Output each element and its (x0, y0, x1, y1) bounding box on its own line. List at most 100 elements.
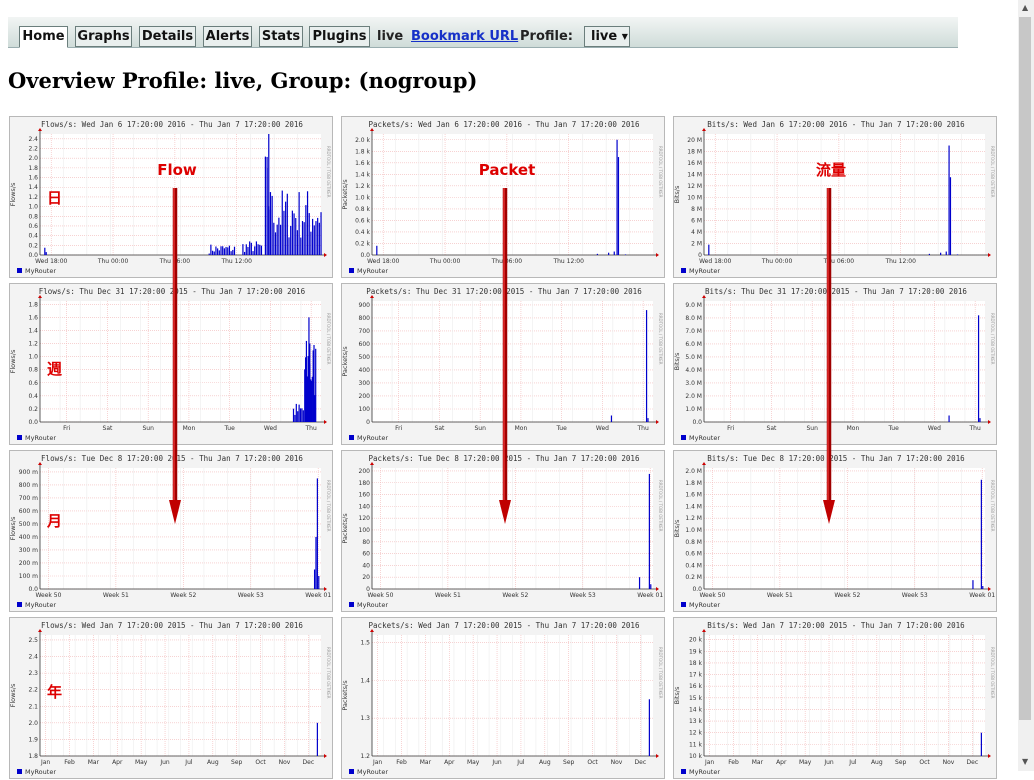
graph-panel[interactable]: Packets/s: Wed Jan 6 17:20:00 2016 - Thu… (341, 116, 665, 278)
graph-panel[interactable]: Flows/s: Tue Dec 8 17:20:00 2015 - Thu J… (9, 450, 333, 612)
y-tick-label: 900 (359, 302, 371, 309)
data-bar (218, 250, 220, 255)
rrdtool-watermark: RRDTOOL / TOBI OETIKER (990, 313, 995, 365)
data-bar (278, 217, 280, 255)
data-bar (647, 418, 649, 422)
x-axis-arrow (324, 420, 327, 424)
data-bar (616, 139, 618, 255)
legend-label: MyRouter (689, 267, 720, 275)
graph-panel[interactable]: Bits/s: Wed Jan 7 17:20:00 2015 - Thu Ja… (673, 617, 997, 779)
x-tick-label: Aug (207, 759, 219, 766)
y-tick-label: 11 k (689, 741, 703, 748)
x-tick-label: May (467, 759, 480, 766)
y-tick-label: 10 k (689, 753, 703, 760)
data-bar (624, 254, 627, 255)
data-bar (645, 310, 648, 422)
x-tick-label: Fri (727, 425, 734, 432)
data-bar (259, 244, 261, 255)
data-bar (215, 246, 217, 255)
tab-stats[interactable]: Stats (259, 26, 303, 47)
y-tick-label: 700 (359, 328, 371, 335)
y-tick-label: 0.4 k (355, 229, 370, 236)
x-tick-label: Oct (255, 759, 266, 766)
vertical-scrollbar[interactable]: ▲ ▼ (1018, 0, 1034, 771)
y-tick-label: 2.0 (28, 155, 38, 162)
scroll-down-icon[interactable]: ▼ (1022, 758, 1028, 766)
data-bar (980, 479, 982, 589)
x-tick-label: Week 01 (969, 592, 995, 599)
graph-panel[interactable]: Bits/s: Wed Jan 6 17:20:00 2016 - Thu Ja… (673, 116, 997, 278)
rrdtool-watermark: RRDTOOL / TOBI OETIKER (658, 146, 663, 198)
y-tick-label: 19 k (689, 648, 703, 655)
legend-swatch (349, 268, 354, 273)
y-tick-label: 20 M (687, 137, 702, 144)
data-bar (274, 232, 277, 255)
data-bar (273, 222, 275, 255)
y-tick-label: 4.0 M (685, 367, 702, 374)
graph-ylabel: Bits/s (674, 352, 681, 370)
data-bar (227, 247, 229, 255)
tab-graphs[interactable]: Graphs (75, 26, 132, 47)
x-tick-label: Week 52 (170, 592, 196, 599)
y-tick-label: 100 (359, 527, 371, 534)
tab-plugins[interactable]: Plugins (309, 26, 370, 47)
rrdtool-watermark: RRDTOOL / TOBI OETIKER (326, 146, 331, 198)
data-bar (315, 221, 317, 255)
data-bar (306, 191, 309, 255)
graph-ylabel: Bits/s (674, 686, 681, 704)
data-bar (296, 230, 299, 255)
graph-panel[interactable]: Bits/s: Tue Dec 8 17:20:00 2015 - Thu Ja… (673, 450, 997, 612)
graph-title: Packets/s: Thu Dec 31 17:20:00 2015 - Th… (366, 287, 642, 296)
graph-panel[interactable]: Bits/s: Thu Dec 31 17:20:00 2015 - Thu J… (673, 283, 997, 445)
tab-details[interactable]: Details (139, 26, 196, 47)
graph-panel[interactable]: Flows/s: Wed Jan 6 17:20:00 2016 - Thu J… (9, 116, 333, 278)
scrollbar-thumb[interactable] (1019, 17, 1031, 720)
legend-swatch (349, 602, 354, 607)
data-bar (294, 414, 296, 422)
data-bar (972, 580, 974, 589)
y-tick-label: 2.0 k (355, 137, 370, 144)
data-bar (276, 224, 278, 255)
data-bar (271, 195, 273, 255)
data-bar (317, 217, 319, 255)
rrdtool-watermark: RRDTOOL / TOBI OETIKER (326, 647, 331, 699)
y-tick-label: 7.0 M (685, 328, 702, 335)
y-tick-label: 0.8 (28, 367, 38, 374)
y-tick-label: 600 (359, 341, 371, 348)
y-tick-label: 0.6 (28, 223, 38, 230)
data-bar (945, 251, 947, 255)
graph-panel[interactable]: Packets/s: Thu Dec 31 17:20:00 2015 - Th… (341, 283, 665, 445)
x-tick-label: Week 50 (699, 592, 725, 599)
profile-select[interactable]: live ▼ (584, 26, 630, 47)
bookmark-url-link[interactable]: Bookmark URL (411, 27, 518, 47)
graph-panel[interactable]: Flows/s: Thu Dec 31 17:20:00 2015 - Thu … (9, 283, 333, 445)
x-tick-label: Week 53 (570, 592, 596, 599)
rrdtool-watermark: RRDTOOL / TOBI OETIKER (326, 313, 331, 365)
data-bar (220, 246, 222, 255)
data-bar (297, 411, 299, 422)
legend-label: MyRouter (25, 434, 56, 442)
data-bar (288, 237, 290, 255)
y-tick-label: 1.4 k (355, 171, 370, 178)
x-tick-label: Thu 00:00 (97, 258, 129, 265)
x-tick-label: Dec (303, 759, 315, 766)
data-bar (290, 225, 292, 255)
legend-swatch (17, 435, 22, 440)
scroll-up-icon[interactable]: ▲ (1022, 4, 1028, 12)
data-bar (316, 722, 318, 756)
x-tick-label: Thu 00:00 (429, 258, 461, 265)
tab-alerts[interactable]: Alerts (203, 26, 252, 47)
graph-ylabel: Packets/s (342, 179, 349, 210)
data-bar (313, 225, 315, 255)
x-tick-label: Mon (183, 425, 196, 432)
data-bar (956, 254, 959, 255)
y-tick-label: 1.8 (28, 301, 38, 308)
legend-swatch (349, 769, 354, 774)
graph-panel[interactable]: Flows/s: Wed Jan 7 17:20:00 2015 - Thu J… (9, 617, 333, 779)
data-bar (310, 231, 312, 255)
y-tick-label: 200 m (19, 560, 38, 567)
graph-panel[interactable]: Packets/s: Tue Dec 8 17:20:00 2015 - Thu… (341, 450, 665, 612)
graph-panel[interactable]: Packets/s: Wed Jan 7 17:20:00 2015 - Thu… (341, 617, 665, 779)
y-tick-label: 14 M (687, 171, 702, 178)
tab-home[interactable]: Home (19, 26, 68, 48)
